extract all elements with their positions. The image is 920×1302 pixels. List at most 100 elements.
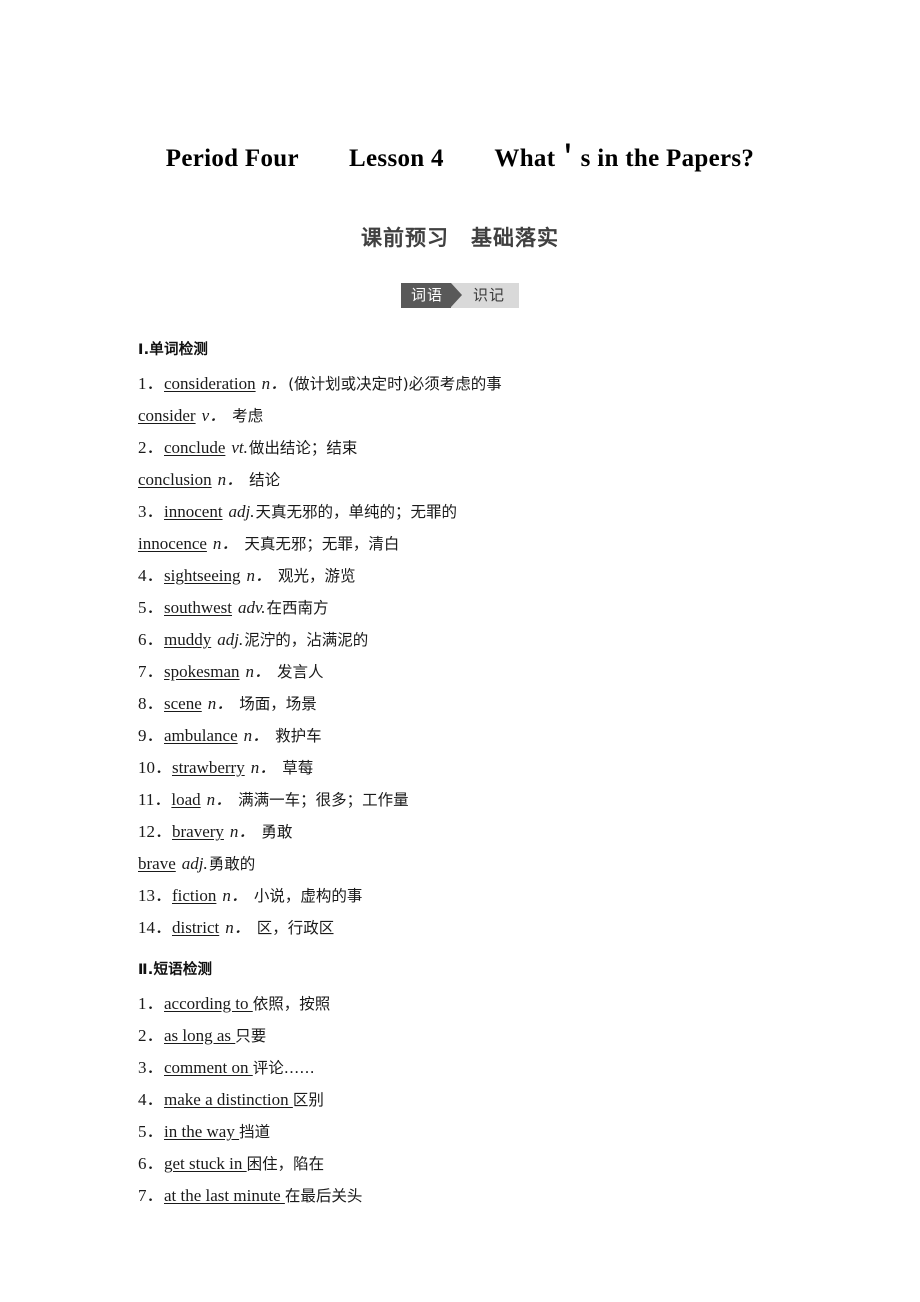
item-term: conclude	[164, 438, 226, 457]
list-item: 3．comment on 评论……	[138, 1052, 838, 1084]
item-number: 10．	[138, 758, 172, 777]
section-heading-vocabulary: Ⅰ.单词检测	[138, 342, 209, 358]
item-gloss: 区，行政区	[256, 919, 335, 937]
item-term: strawberry	[172, 758, 245, 777]
item-pos: v．	[201, 406, 227, 425]
item-term: brave	[138, 854, 176, 873]
item-gloss: 泥泞的，沾满泥的	[244, 631, 369, 649]
item-term: get stuck in	[164, 1154, 247, 1173]
item-number: 8．	[138, 694, 164, 713]
item-number: 11．	[138, 790, 172, 809]
item-gloss: 草莓	[282, 759, 314, 777]
item-gloss: (做计划或决定时)必须考虑的事	[288, 375, 502, 393]
document-page: Period Four Lesson 4 What＇s in the Paper…	[0, 0, 920, 1302]
item-pos: n．	[206, 790, 233, 809]
item-pos: n．	[229, 822, 256, 841]
item-pos: n．	[245, 662, 272, 681]
item-number: 6．	[138, 1154, 164, 1173]
list-item: consider v． 考虑	[138, 400, 838, 432]
item-number: 1．	[138, 374, 164, 393]
item-pos: n．	[212, 534, 239, 553]
item-pos: n．	[217, 470, 244, 489]
item-number: 6．	[138, 630, 164, 649]
list-item: 11．load n． 满满一车；很多；工作量	[138, 784, 838, 816]
item-number: 9．	[138, 726, 164, 745]
item-number: 1．	[138, 994, 164, 1013]
badge-left-label: 词语	[400, 283, 451, 308]
item-term: scene	[164, 694, 202, 713]
item-number: 13．	[138, 886, 172, 905]
item-number: 14．	[138, 918, 172, 937]
item-number: 2．	[138, 1026, 164, 1045]
item-pos: adv.	[238, 598, 266, 617]
item-pos: adj.	[228, 502, 255, 521]
item-gloss: 结论	[249, 471, 281, 489]
item-term: at the last minute	[164, 1186, 285, 1205]
item-term: district	[172, 918, 220, 937]
item-gloss: 评论……	[252, 1059, 315, 1077]
item-number: 4．	[138, 566, 164, 585]
item-pos: n．	[222, 886, 248, 905]
item-number: 12．	[138, 822, 172, 841]
item-term: fiction	[172, 886, 217, 905]
item-gloss: 天真无邪；无罪，清白	[244, 535, 400, 553]
item-pos: adj.	[217, 630, 244, 649]
item-number: 3．	[138, 1058, 164, 1077]
list-item: 14．district n． 区，行政区	[138, 912, 838, 944]
item-pos: n．	[246, 566, 273, 585]
list-item: 4．make a distinction 区别	[138, 1084, 838, 1116]
list-item: 12．bravery n． 勇敢	[138, 816, 838, 848]
item-number: 7．	[138, 1186, 164, 1205]
badge-group: 词语 识记	[400, 283, 520, 308]
item-term: consider	[138, 406, 196, 425]
item-gloss: 挡道	[239, 1123, 271, 1141]
page-title: Period Four Lesson 4 What＇s in the Paper…	[165, 145, 755, 172]
item-number: 3．	[138, 502, 164, 521]
badge-arrow-icon	[451, 283, 462, 307]
list-item: 4．sightseeing n． 观光，游览	[138, 560, 838, 592]
item-number: 2．	[138, 438, 164, 457]
list-item: 6．muddy adj.泥泞的，沾满泥的	[138, 624, 838, 656]
item-term: as long as	[164, 1026, 236, 1045]
list-item: 1．according to 依照，按照	[138, 988, 838, 1020]
item-pos: vt.	[231, 438, 248, 457]
item-pos: n．	[207, 694, 234, 713]
item-gloss: 困住，陷在	[246, 1155, 325, 1173]
item-gloss: 发言人	[277, 663, 324, 681]
item-pos: n．	[243, 726, 270, 745]
item-gloss: 天真无邪的，单纯的；无罪的	[255, 503, 458, 521]
item-number: 5．	[138, 598, 164, 617]
item-number: 7．	[138, 662, 164, 681]
section-heading-phrases: Ⅱ.短语检测	[138, 962, 213, 978]
content-body: Ⅰ.单词检测 1．consideration n．(做计划或决定时)必须考虑的事 …	[138, 338, 838, 1212]
list-item: brave adj.勇敢的	[138, 848, 838, 880]
item-gloss: 做出结论；结束	[248, 439, 358, 457]
list-item: 7．at the last minute 在最后关头	[138, 1180, 838, 1212]
item-term: consideration	[164, 374, 256, 393]
item-term: comment on	[164, 1058, 253, 1077]
item-gloss: 救护车	[275, 727, 322, 745]
list-item: innocence n． 天真无邪；无罪，清白	[138, 528, 838, 560]
item-pos: adj.	[181, 854, 208, 873]
item-term: according to	[164, 994, 253, 1013]
item-pos: n．	[261, 374, 288, 393]
item-term: load	[171, 790, 201, 809]
item-gloss: 小说，虚构的事	[253, 887, 363, 905]
list-item: 5．in the way 挡道	[138, 1116, 838, 1148]
list-item: 10．strawberry n． 草莓	[138, 752, 838, 784]
item-gloss: 依照，按照	[252, 995, 331, 1013]
item-pos: n．	[250, 758, 277, 777]
list-item: 1．consideration n．(做计划或决定时)必须考虑的事	[138, 368, 838, 400]
list-item: 13．fiction n． 小说，虚构的事	[138, 880, 838, 912]
item-gloss: 在最后关头	[284, 1187, 363, 1205]
list-item: 2．conclude vt.做出结论；结束	[138, 432, 838, 464]
item-gloss: 观光，游览	[278, 567, 356, 585]
item-term: make a distinction	[164, 1090, 293, 1109]
list-item: 9．ambulance n． 救护车	[138, 720, 838, 752]
item-term: innocent	[164, 502, 223, 521]
item-term: innocence	[138, 534, 207, 553]
item-gloss: 满满一车；很多；工作量	[238, 791, 409, 809]
list-item: 2．as long as 只要	[138, 1020, 838, 1052]
item-term: bravery	[172, 822, 224, 841]
item-gloss: 勇敢的	[208, 855, 256, 873]
